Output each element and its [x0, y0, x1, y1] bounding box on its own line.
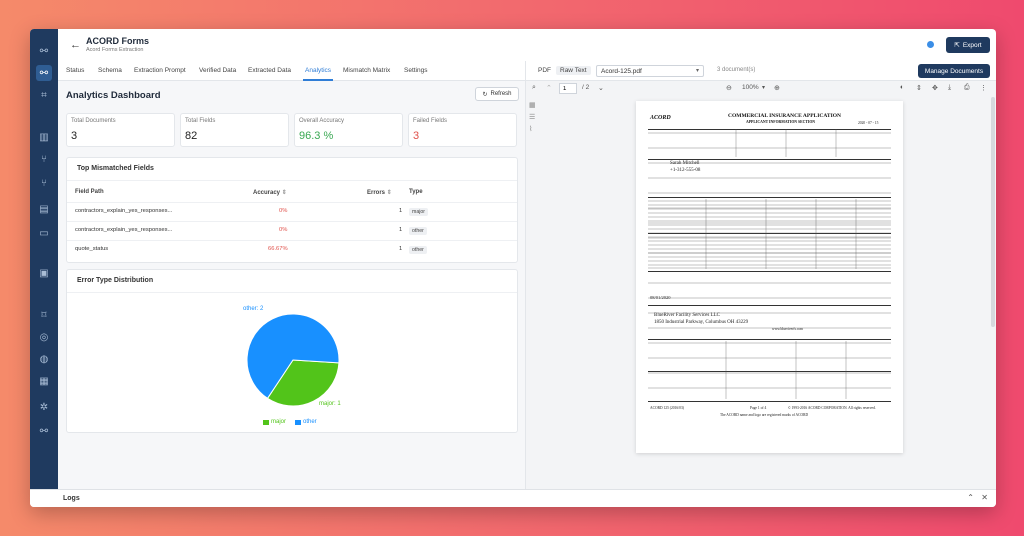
more-icon[interactable]: ⋮	[980, 84, 987, 92]
sort-icon: ⇕	[281, 190, 287, 196]
tab-settings[interactable]: Settings	[404, 67, 428, 74]
viewer-toolbar: PDF Raw Text Acord-125.pdf 3 document(s)…	[526, 61, 996, 81]
chart-icon[interactable]: ▥	[36, 129, 52, 145]
status-dot-icon	[927, 41, 934, 48]
window-icon[interactable]: ▭	[36, 225, 52, 241]
pdf-toggle[interactable]: PDF	[538, 67, 551, 74]
card-title: Error Type Distribution	[77, 277, 154, 284]
type-badge: other	[409, 227, 427, 235]
stat-total-documents: Total Documents 3	[66, 113, 175, 147]
table-row[interactable]: contractors_explain_yes_responses... 0% …	[67, 202, 517, 221]
logs-bar[interactable]: Logs ⌃ ✕	[30, 489, 996, 507]
legend-swatch	[263, 419, 269, 425]
type-badge: major	[409, 208, 428, 216]
zoom-level[interactable]: 100%	[742, 84, 759, 91]
database-icon[interactable]: ◎	[36, 329, 52, 345]
chevron-down-icon[interactable]: ⌄	[598, 84, 604, 92]
page-subtitle: Acord Forms Extraction	[86, 47, 144, 53]
dashboard-title: Analytics Dashboard	[66, 90, 161, 101]
tab-extracted-data[interactable]: Extracted Data	[248, 67, 291, 74]
refresh-icon: ↻	[482, 91, 488, 98]
tab-schema[interactable]: Schema	[98, 67, 122, 74]
page-number-input[interactable]	[559, 83, 577, 94]
fit-page-icon[interactable]: ⇕	[916, 84, 922, 92]
document-viewer: PDF Raw Text Acord-125.pdf 3 document(s)…	[525, 61, 996, 507]
col-type[interactable]: Type	[409, 189, 423, 195]
scrollbar[interactable]	[991, 97, 995, 327]
page-total: / 2	[582, 84, 590, 91]
viewer-sidebar: ▦ ☰ ⌇	[526, 97, 538, 133]
document-select[interactable]: Acord-125.pdf	[596, 65, 704, 77]
document-icon[interactable]: ▤	[36, 201, 52, 217]
file-settings-icon[interactable]: ▦	[36, 373, 52, 389]
legend-major[interactable]: major	[263, 419, 286, 425]
app-header: ← ACORD Forms Acord Forms Extraction ⇱ E…	[58, 29, 996, 61]
pdf-toolbar: ⌕ ⌃ / 2 ⌄ ⊖ 100% ▾ ⊕ ◐ ⇕ ✥ ⤓ ⎙ ⋮	[526, 81, 996, 97]
arrow-left-icon[interactable]: ←	[70, 39, 81, 51]
pan-icon[interactable]: ✥	[932, 84, 938, 92]
logs-label: Logs	[63, 495, 80, 502]
app-window: ⚯ ⚯ ⌗ ▥ ⑂ ⑂ ▤ ▭ ▣ ⌑ ◎ ◍ ▦ ✲ ⚯ ← ACORD Fo…	[30, 29, 996, 507]
sort-icon: ⇕	[386, 190, 392, 196]
zoom-dropdown-icon[interactable]: ▾	[762, 84, 765, 91]
tab-analytics[interactable]: Analytics	[302, 67, 334, 81]
pipeline-icon[interactable]: ⑂	[36, 175, 52, 191]
forms-icon[interactable]: ⚯	[36, 65, 52, 81]
bug-icon[interactable]: ✲	[36, 399, 52, 415]
manage-documents-button[interactable]: Manage Documents	[918, 64, 990, 78]
zoom-in-icon[interactable]: ⊕	[774, 84, 780, 92]
search-icon[interactable]: ⌕	[532, 84, 536, 92]
tab-bar: Status Schema Extraction Prompt Verified…	[58, 61, 525, 81]
scan-icon[interactable]: ⌑	[36, 307, 52, 323]
network-icon[interactable]: ⚯	[36, 43, 52, 59]
refresh-button[interactable]: ↻ Refresh	[475, 87, 519, 101]
workflow-icon[interactable]: ⌗	[36, 87, 52, 103]
stat-total-fields: Total Fields 82	[180, 113, 289, 147]
thumbnail-icon[interactable]: ▦	[529, 101, 538, 109]
type-badge: other	[409, 246, 427, 254]
database-sync-icon[interactable]: ◍	[36, 351, 52, 367]
chevron-up-icon[interactable]: ⌃	[967, 493, 974, 502]
attachment-icon[interactable]: ⌇	[529, 125, 538, 133]
pie-label-major: major: 1	[319, 401, 341, 407]
col-accuracy[interactable]: Accuracy ⇕	[253, 189, 287, 196]
contrast-icon[interactable]: ◐	[900, 84, 904, 91]
print-icon[interactable]: ⎙	[964, 84, 970, 92]
pdf-page: ACORD COMMERCIAL INSURANCE APPLICATION A…	[636, 101, 903, 453]
export-icon: ⇱	[954, 42, 960, 49]
legend-swatch	[295, 419, 301, 425]
col-errors[interactable]: Errors ⇕	[367, 189, 392, 196]
top-mismatched-card: Top Mismatched Fields Field Path Accurac…	[66, 157, 518, 263]
close-icon[interactable]: ✕	[981, 493, 988, 502]
stat-failed-fields: Failed Fields 3	[408, 113, 517, 147]
form-grid	[648, 129, 891, 399]
tab-verified-data[interactable]: Verified Data	[199, 67, 236, 74]
hierarchy-icon[interactable]: ⚯	[36, 423, 52, 439]
raw-text-toggle[interactable]: Raw Text	[556, 66, 591, 75]
tab-status[interactable]: Status	[66, 67, 84, 74]
page-title: ACORD Forms	[86, 36, 150, 46]
table-row[interactable]: contractors_explain_yes_responses... 0% …	[67, 221, 517, 240]
card-title: Top Mismatched Fields	[77, 165, 154, 172]
stat-overall-accuracy: Overall Accuracy 96.3 %	[294, 113, 403, 147]
error-pie-chart	[246, 313, 340, 407]
outline-icon[interactable]: ☰	[529, 113, 538, 121]
chevron-up-icon[interactable]: ⌃	[546, 84, 552, 92]
export-button[interactable]: ⇱ Export	[946, 37, 990, 53]
tab-mismatch-matrix[interactable]: Mismatch Matrix	[343, 67, 390, 74]
table-row[interactable]: quote_status 66.67% 1 other	[67, 240, 517, 259]
report-icon[interactable]: ▣	[36, 265, 52, 281]
error-distribution-card: Error Type Distribution other: 2 major: …	[66, 269, 518, 433]
col-field-path[interactable]: Field Path	[75, 189, 104, 195]
download-icon[interactable]: ⤓	[948, 84, 951, 92]
tab-extraction-prompt[interactable]: Extraction Prompt	[134, 67, 186, 74]
zoom-out-icon[interactable]: ⊖	[726, 84, 732, 92]
pie-label-other: other: 2	[243, 306, 264, 312]
legend-other[interactable]: other	[295, 419, 317, 425]
nav-rail: ⚯ ⚯ ⌗ ▥ ⑂ ⑂ ▤ ▭ ▣ ⌑ ◎ ◍ ▦ ✲ ⚯	[30, 29, 58, 489]
analytics-panel: Analytics Dashboard ↻ Refresh Total Docu…	[58, 81, 525, 489]
branch-icon[interactable]: ⑂	[36, 151, 52, 167]
document-count: 3 document(s)	[717, 67, 756, 73]
